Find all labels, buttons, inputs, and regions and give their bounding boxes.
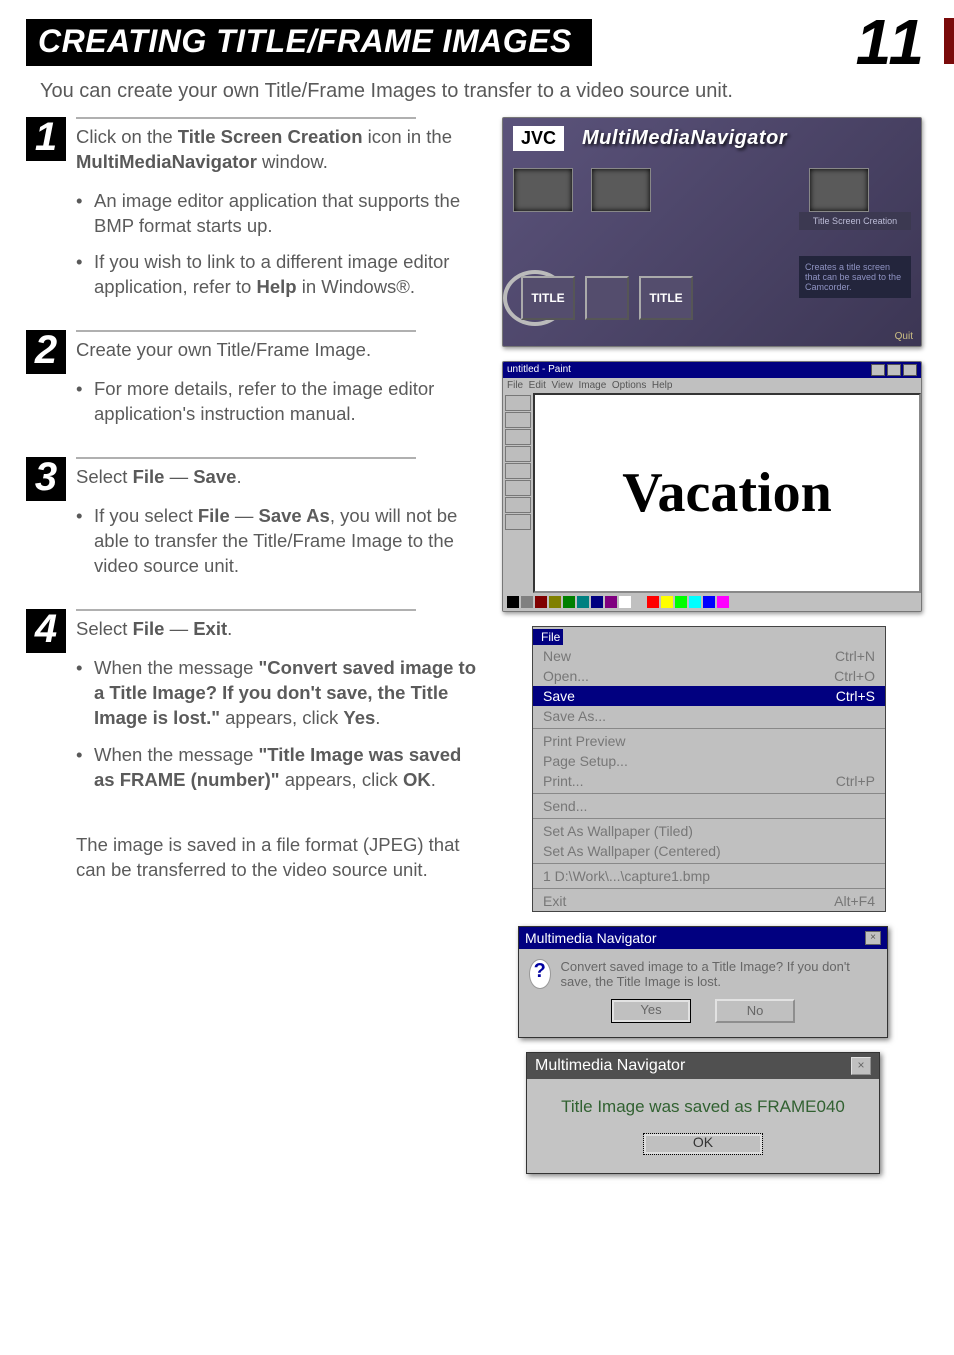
- step-3-number: 3: [26, 457, 66, 501]
- paint-titlebar: untitled - Paint: [503, 362, 921, 378]
- close-button[interactable]: [903, 364, 917, 376]
- paint-canvas[interactable]: Vacation: [533, 393, 921, 593]
- mmn-info-text: Creates a title screen that can be saved…: [799, 256, 911, 298]
- file-menu-item[interactable]: SaveCtrl+S: [533, 686, 885, 706]
- page-number: 11: [856, 14, 928, 72]
- file-menu-item[interactable]: NewCtrl+N: [533, 646, 885, 666]
- step-divider: [76, 330, 416, 332]
- quit-button[interactable]: Quit: [895, 331, 913, 342]
- paint-menubar[interactable]: File Edit View Image Options Help: [503, 378, 921, 393]
- question-icon: ?: [529, 959, 551, 989]
- maximize-button[interactable]: [887, 364, 901, 376]
- album-button[interactable]: [591, 168, 651, 212]
- step-2-number: 2: [26, 330, 66, 374]
- title-button-1[interactable]: TITLE: [521, 276, 575, 320]
- page-title: CREATING TITLE/FRAME IMAGES: [26, 19, 592, 66]
- ok-button[interactable]: OK: [643, 1133, 763, 1155]
- file-menu-item[interactable]: Set As Wallpaper (Tiled): [533, 821, 885, 841]
- page-edge-marker: [944, 18, 954, 64]
- dialog-message: Convert saved image to a Title Image? If…: [561, 959, 877, 989]
- step-1-bullet-2: If you wish to link to a different image…: [76, 250, 478, 300]
- file-menu-item[interactable]: Page Setup...: [533, 751, 885, 771]
- no-button[interactable]: No: [715, 999, 795, 1023]
- step-4-closing: The image is saved in a file format (JPE…: [76, 833, 478, 883]
- paint-color-palette[interactable]: [503, 593, 921, 611]
- intro-text: You can create your own Title/Frame Imag…: [40, 80, 928, 103]
- paint-window: untitled - Paint File Edit View Image Op…: [502, 361, 922, 612]
- file-menu-item[interactable]: ExitAlt+F4: [533, 891, 885, 911]
- title-screen-creation-label: Title Screen Creation: [799, 212, 911, 230]
- jvc-logo: JVC: [513, 126, 564, 151]
- yes-button[interactable]: Yes: [611, 999, 691, 1023]
- mmn-title: MultiMediaNavigator: [582, 127, 787, 150]
- dialog-message: Title Image was saved as FRAME040: [527, 1079, 879, 1127]
- file-menu-item[interactable]: Send...: [533, 796, 885, 816]
- step-2-bullet-1: For more details, refer to the image edi…: [76, 377, 478, 427]
- step-1-bullet-1: An image editor application that support…: [76, 189, 478, 239]
- step-4-bullet-1: When the message "Convert saved image to…: [76, 656, 478, 731]
- multimedia-navigator-window: JVC MultiMediaNavigator Title Screen Cre…: [502, 117, 922, 347]
- file-menu-item[interactable]: 1 D:\Work\...\capture1.bmp: [533, 866, 885, 886]
- picture-navigator-button[interactable]: [513, 168, 573, 212]
- file-menu-item[interactable]: Save As...: [533, 706, 885, 726]
- step-divider: [76, 117, 416, 119]
- step-4-lead: Select File — Exit.: [76, 617, 478, 642]
- step-1-number: 1: [26, 117, 66, 161]
- minimize-button[interactable]: [871, 364, 885, 376]
- file-menu-item[interactable]: Open...Ctrl+O: [533, 666, 885, 686]
- file-menu-item[interactable]: Set As Wallpaper (Centered): [533, 841, 885, 861]
- convert-dialog: Multimedia Navigator × ? Convert saved i…: [518, 926, 888, 1038]
- capture-button[interactable]: [809, 168, 869, 212]
- step-4-bullet-2: When the message "Title Image was saved …: [76, 743, 478, 793]
- title-button-2[interactable]: TITLE: [639, 276, 693, 320]
- step-divider: [76, 609, 416, 611]
- dialog-title: Multimedia Navigator: [535, 1057, 685, 1075]
- close-icon[interactable]: ×: [851, 1057, 871, 1075]
- video-producer-button[interactable]: [585, 276, 629, 320]
- file-menu-item[interactable]: Print Preview: [533, 731, 885, 751]
- step-1-lead: Click on the Title Screen Creation icon …: [76, 125, 478, 175]
- step-2-lead: Create your own Title/Frame Image.: [76, 338, 478, 363]
- step-3-bullet-1: If you select File — Save As, you will n…: [76, 504, 478, 579]
- file-menu-item[interactable]: Print...Ctrl+P: [533, 771, 885, 791]
- dialog-title: Multimedia Navigator: [525, 930, 657, 946]
- paint-toolbox[interactable]: [503, 393, 533, 593]
- step-3-lead: Select File — Save.: [76, 465, 478, 490]
- saved-dialog: Multimedia Navigator × Title Image was s…: [526, 1052, 880, 1174]
- file-menu-label[interactable]: File: [533, 629, 563, 645]
- close-icon[interactable]: ×: [865, 931, 881, 945]
- step-divider: [76, 457, 416, 459]
- file-menu: File NewCtrl+NOpen...Ctrl+OSaveCtrl+SSav…: [532, 626, 886, 912]
- step-4-number: 4: [26, 609, 66, 653]
